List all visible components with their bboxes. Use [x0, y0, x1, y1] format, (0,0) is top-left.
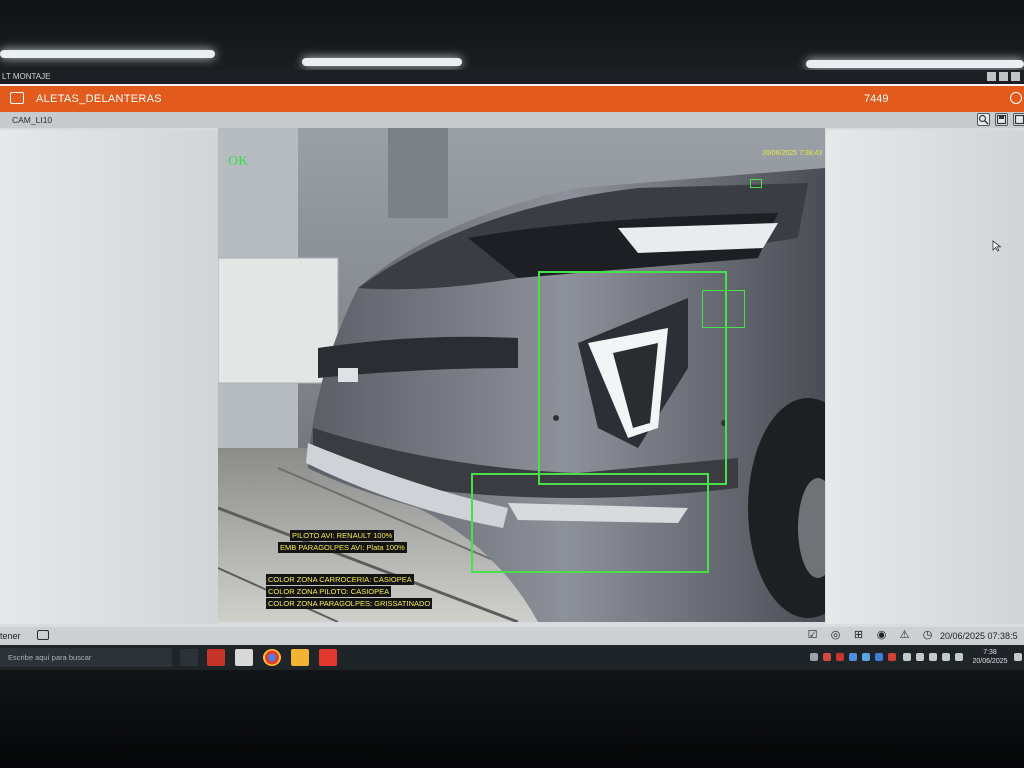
ceiling-light [0, 50, 215, 58]
taskbar-search[interactable]: Escribe aquí para buscar [0, 648, 172, 667]
left-panel [0, 130, 218, 624]
tray-icon[interactable] [916, 653, 924, 661]
camera-bar: CAM_LI10 [0, 112, 1024, 128]
chat-icon[interactable] [37, 630, 49, 640]
inspection-label: EMB PARAGOLPES AVI: Plata 100% [278, 542, 407, 553]
right-panel [826, 130, 1024, 624]
inspection-result: OK [228, 154, 249, 169]
screen: LT MONTAJE ALETAS_DELANTERAS 7449 CAM_LI… [0, 70, 1024, 670]
close-button[interactable] [1011, 72, 1020, 81]
language-icon[interactable] [955, 653, 963, 661]
fit-icon[interactable] [1013, 113, 1024, 126]
vision-app-icon[interactable] [319, 649, 337, 666]
inspection-label: COLOR ZONA PARAGOLPES: GRISSATINADO [266, 598, 433, 609]
taskbar-date: 20/06/2025 [972, 658, 1008, 665]
tray-icon[interactable] [888, 653, 896, 661]
tray-icon[interactable] [903, 653, 911, 661]
maximize-button[interactable] [999, 72, 1008, 81]
piece-counter: 7449 [864, 93, 889, 105]
tray-icon[interactable] [823, 653, 831, 661]
task-view-icon[interactable] [180, 649, 198, 666]
volume-icon[interactable] [929, 653, 937, 661]
status-bar: tener ☑ ◎ ⊞ ◉ ⚠ ◷ 20/06/2025 07:38:5 [0, 627, 1024, 645]
mouse-cursor-icon [992, 240, 1002, 252]
window-controls [987, 72, 1020, 81]
app-taskbar-icon[interactable] [207, 649, 225, 666]
network-tray-icon[interactable] [942, 653, 950, 661]
window-titlebar: LT MONTAJE [0, 70, 1024, 84]
window-title: LT MONTAJE [2, 72, 51, 81]
ceiling-light [302, 58, 462, 66]
monitor-icon [10, 92, 24, 104]
windows-taskbar: Escribe aquí para buscar 7:38 20/06/2025 [0, 645, 1024, 670]
taskbar-time: 7:38 [983, 649, 997, 656]
clock-icon[interactable]: ◷ [921, 629, 934, 642]
monitor-bezel-bottom [0, 670, 1024, 768]
tray-icon[interactable] [810, 653, 818, 661]
detection-box [750, 179, 762, 188]
ceiling-light [806, 60, 1024, 68]
tray-icon[interactable] [836, 653, 844, 661]
save-icon[interactable] [995, 113, 1008, 126]
camera-icon[interactable]: ◎ [829, 629, 842, 642]
network-icon[interactable]: ⊞ [852, 629, 865, 642]
inspection-label: PILOTO AVI: RENAULT 100% [290, 530, 395, 541]
tray-icon[interactable] [849, 653, 857, 661]
program-title: ALETAS_DELANTERAS [36, 93, 162, 105]
minimize-button[interactable] [987, 72, 996, 81]
inspection-label: COLOR ZONA PILOTO: CASIOPEA [266, 586, 392, 597]
broadcast-icon[interactable]: ◉ [875, 629, 888, 642]
eye-app-icon[interactable] [235, 649, 253, 666]
status-text: tener [0, 631, 21, 641]
notification-icon[interactable] [1014, 653, 1022, 661]
tray-icon[interactable] [875, 653, 883, 661]
taskbar-clock[interactable]: 7:38 20/06/2025 [970, 648, 1010, 666]
chrome-icon[interactable] [263, 649, 281, 666]
app-header: ALETAS_DELANTERAS 7449 [0, 84, 1024, 112]
detection-box [702, 290, 745, 328]
checklist-icon[interactable]: ☑ [806, 629, 819, 642]
status-datetime: 20/06/2025 07:38:5 [940, 631, 1018, 641]
file-explorer-icon[interactable] [291, 649, 309, 666]
image-timestamp: 20/06/2025 7:38:43 [762, 150, 823, 157]
monitor-bezel-top [0, 0, 1024, 72]
camera-image-viewer[interactable]: OK 20/06/2025 7:38:43 PILOTO AVI: RENAUL… [218, 128, 825, 622]
zoom-icon[interactable] [977, 113, 990, 126]
inspection-label: COLOR ZONA CARROCERIA: CASIOPEA [266, 574, 414, 585]
warning-icon[interactable]: ⚠ [898, 629, 911, 642]
power-icon[interactable] [1010, 92, 1022, 104]
tray-icon[interactable] [862, 653, 870, 661]
camera-label: CAM_LI10 [12, 115, 53, 125]
detection-box [471, 473, 709, 573]
detection-box [538, 271, 727, 485]
